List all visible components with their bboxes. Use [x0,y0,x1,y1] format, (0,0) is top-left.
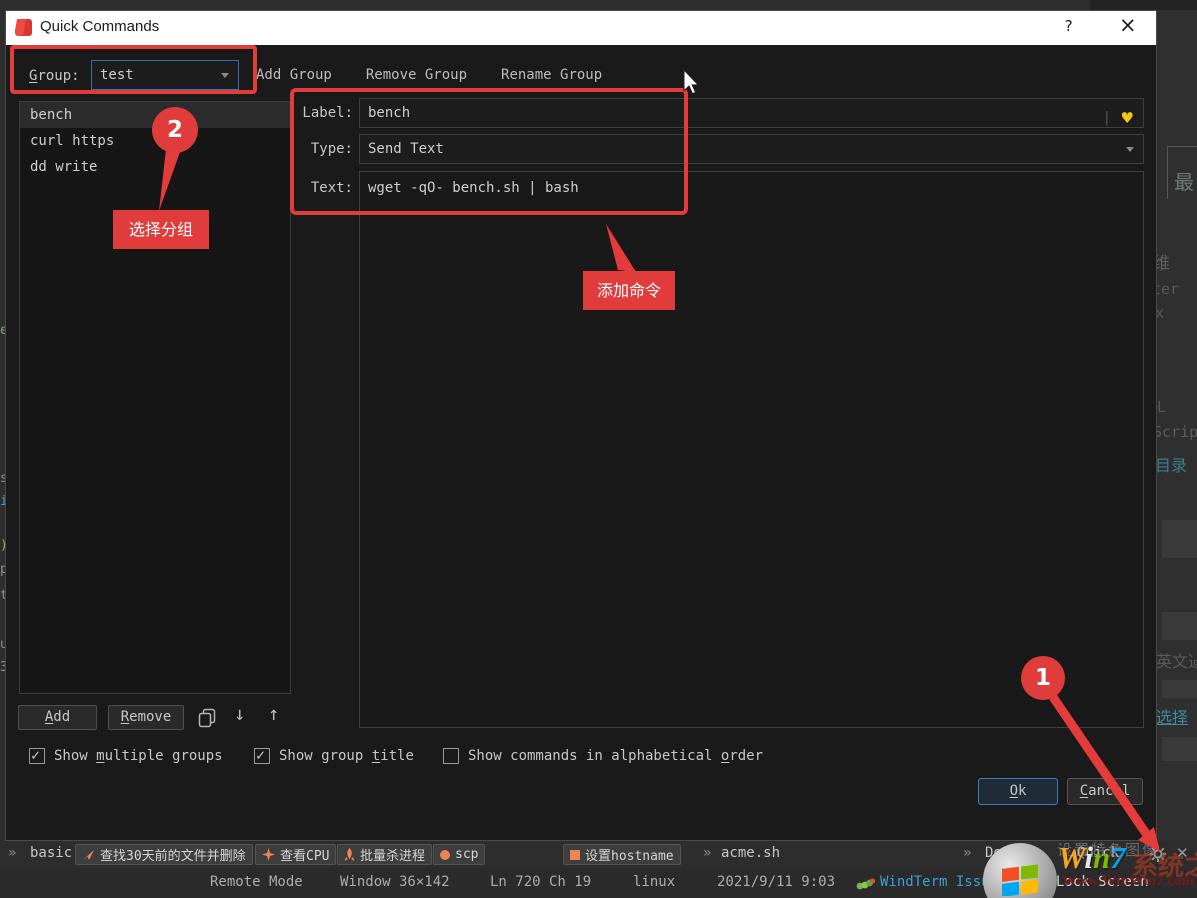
label-input[interactable]: bench | ♥ [359,98,1144,128]
cancel-button[interactable]: Cancel [1067,778,1143,805]
command-list: bench curl https dd write [19,101,291,694]
option-show-multiple-groups[interactable]: Show multiple groups [29,746,223,766]
quickbar-button-view-cpu[interactable]: 查看CPU [255,844,337,865]
quickbar-item-acme[interactable]: acme.sh [721,845,780,861]
background-fragment: 英文迠 [1156,652,1197,671]
annotation-add-command: 添加命令 [583,271,675,310]
quickbar-button-kill-processes[interactable]: 批量杀进程 [337,844,433,865]
background-top-right-box [1090,0,1197,10]
add-command-button[interactable]: Add [18,705,97,730]
status-lock-screen[interactable]: Lock Screen [1056,874,1149,890]
ok-button[interactable]: Ok [978,778,1058,805]
background-box [1162,680,1197,698]
text-textarea-value: wget -qO- bench.sh | bash [368,180,579,196]
bug-icon [856,877,876,894]
group-actions: Add Group Remove Group Rename Group [254,60,604,90]
background-fragment-link: 目录 [1155,456,1188,475]
move-up-icon[interactable]: ↑ [268,703,279,725]
checkbox[interactable] [29,746,45,764]
status-windterm-issues-link[interactable]: WindTerm Issues [880,874,1006,890]
background-fragment-link: 选择 [1156,708,1189,727]
close-button[interactable]: × [1119,13,1137,37]
chevron-icon: » [703,845,712,861]
background-fragment: 最 [1174,170,1194,194]
group-select[interactable]: test [91,60,239,90]
background-top-strip [0,0,1197,10]
rename-group-button[interactable]: Rename Group [499,67,604,83]
option-label: Show commands in alphabetical order [468,748,764,764]
chevron-icon: » [963,845,972,861]
gear-icon[interactable] [1150,846,1166,866]
status-bar: Remote Mode Window 36×142 Ln 720 Ch 19 l… [0,868,1197,898]
remove-command-button[interactable]: Remove [108,705,184,730]
chevron-down-icon [221,73,229,78]
annotation-select-group: 选择分组 [113,210,209,249]
quickbar-group-basic[interactable]: basic [30,845,72,861]
dialog-title: Quick Commands [40,18,160,35]
cursor-icon [83,850,94,860]
option-alphabetical-order[interactable]: Show commands in alphabetical order [443,746,763,766]
quickbar-item-quick[interactable]: Quick [1077,845,1119,861]
screen: 最 维 ter x L Script 目录 英文迠 选择 e s i ) p t… [0,0,1197,898]
list-item-dd-write[interactable]: dd write [20,154,290,180]
annotation-step-1: 1 [1021,656,1065,700]
background-box [1162,737,1197,761]
option-label: Show multiple groups [54,748,223,764]
circle-icon [440,849,450,860]
annotation-step-2: 2 [152,107,198,153]
type-select-value: Send Text [368,141,444,157]
copy-icon[interactable] [196,707,218,729]
status-remote-mode[interactable]: Remote Mode [210,874,303,890]
background-fragment: L [1157,398,1167,416]
background-fragment: Script [1153,423,1197,441]
option-label: Show group title [279,748,414,764]
field-separator: | [1102,110,1111,126]
background-box [1162,612,1197,640]
option-show-group-title[interactable]: Show group title [254,746,414,766]
square-icon [570,849,580,860]
group-select-value: test [100,67,134,83]
type-caption: Type: [310,141,353,157]
windterm-logo-icon [15,19,32,36]
help-button[interactable]: ? [1064,17,1073,35]
title-bar: Quick Commands ? × [6,11,1156,45]
checkbox[interactable] [254,746,270,764]
type-select[interactable]: Send Text [359,134,1144,164]
status-window-size[interactable]: Window 36×142 [340,874,450,890]
quickbar-button-scp[interactable]: scp [433,844,486,865]
status-cursor-position[interactable]: Ln 720 Ch 19 [490,874,591,890]
pinwheel-icon [262,848,275,861]
quickbar-item-docker[interactable]: Docker [985,845,1036,861]
remove-group-button[interactable]: Remove Group [364,67,469,83]
rocket-icon [344,847,355,861]
heart-icon[interactable]: ♥ [1121,104,1134,132]
quickbar-button-find-delete[interactable]: 查找30天前的文件并删除 [75,844,253,865]
close-bar-icon[interactable]: ✕ [1176,844,1189,862]
move-down-icon[interactable]: ↓ [234,703,245,725]
label-input-value: bench [368,105,411,121]
label-caption: Label: [302,105,353,121]
group-label: Group: [29,68,80,84]
background-box [1162,520,1197,558]
quick-command-bar: » basic 查找30天前的文件并删除 查看CPU 批量杀进程 scp 设置h… [0,841,1197,868]
quickbar-button-set-hostname[interactable]: 设置hostname [563,844,681,865]
chevron-down-icon [1126,147,1134,152]
status-os[interactable]: linux [633,874,675,890]
status-datetime[interactable]: 2021/9/11 9:03 [717,874,835,890]
chevron-icon: » [8,845,17,861]
text-caption: Text: [310,180,353,196]
add-group-button[interactable]: Add Group [254,67,334,83]
text-textarea[interactable]: wget -qO- bench.sh | bash [359,171,1144,728]
checkbox[interactable] [443,748,459,764]
lock-icon [1034,876,1048,895]
